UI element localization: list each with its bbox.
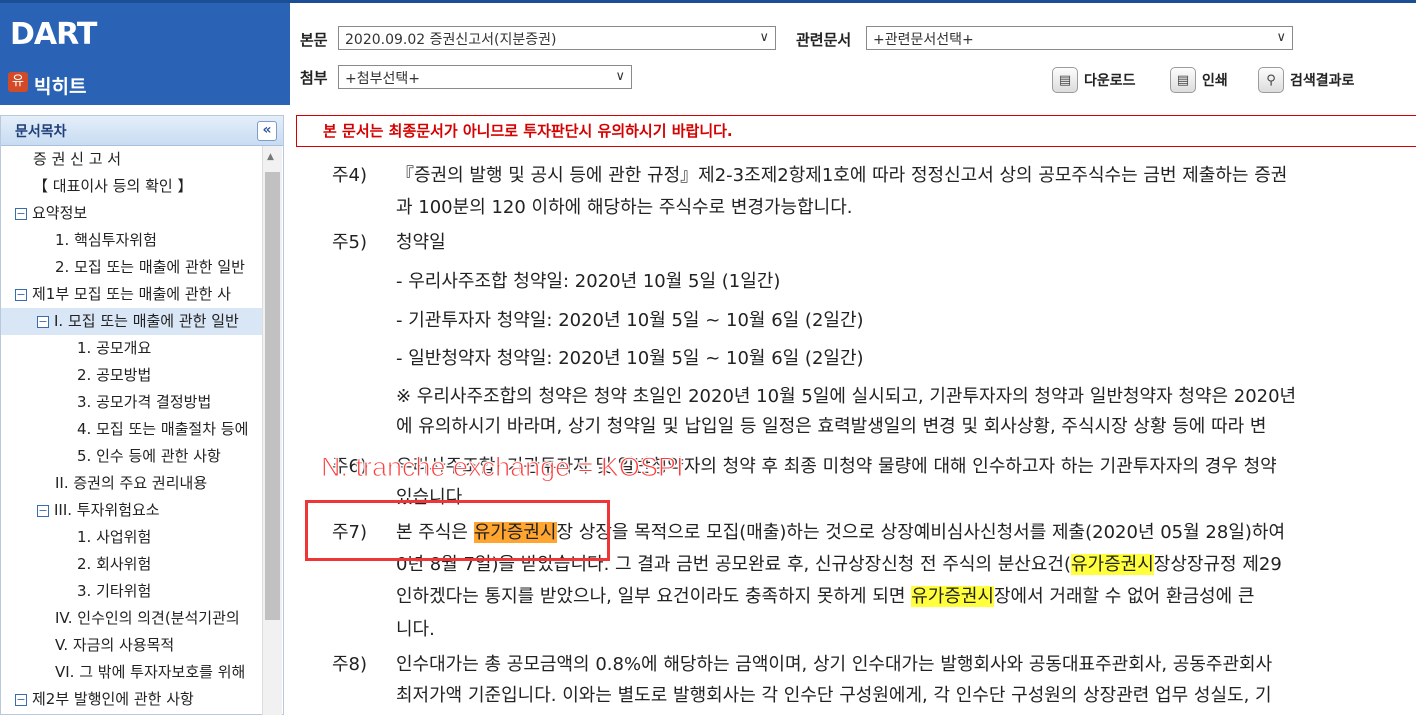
collapse-icon[interactable]: − xyxy=(15,694,27,706)
toc-item[interactable]: 증 권 신 고 서 xyxy=(1,146,263,173)
magnifier-icon: ⚲ xyxy=(1258,67,1284,93)
toc-item[interactable]: − 제2부 발행인에 관한 사항 xyxy=(1,686,263,713)
document-content: 본 문서는 최종문서가 아니므로 투자판단시 유의하시기 바랍니다. 주4) 『… xyxy=(296,115,1416,715)
toc-title: 문서목차 xyxy=(15,123,67,140)
toc-item-selected[interactable]: − I. 모집 또는 매출에 관한 일반 xyxy=(1,308,263,335)
note-text: 인수대가는 총 공모금액의 0.8%에 해당하는 금액이며, 상기 인수대가는 … xyxy=(396,654,1273,675)
toc-item[interactable]: − 요약정보 xyxy=(1,200,263,227)
toc-item[interactable]: 1. 핵심투자위험 xyxy=(1,227,263,254)
main-doc-label: 본문 xyxy=(300,31,328,49)
company-badge-icon: 유 xyxy=(8,72,28,92)
note-text: - 기관투자자 청약일: 2020년 10월 5일 ~ 10월 6일 (2일간) xyxy=(396,310,864,331)
save-disk-icon: ▤ xyxy=(1052,67,1078,93)
related-doc-select[interactable]: +관련문서선택+ ∨ xyxy=(866,26,1293,50)
note-text: 인하겠다는 통지를 받았으나, 일부 요건이라도 충족하지 못하게 되면 유가증… xyxy=(396,586,1255,607)
toc-item[interactable]: − III. 투자위험요소 xyxy=(1,497,263,524)
note-text: 과 100분의 120 이하에 해당하는 주식수로 변경가능합니다. xyxy=(396,197,853,218)
toolbar: 본문 2020.09.02 증권신고서(지분증권) ∨ 관련문서 +관련문서선택+… xyxy=(290,0,1416,105)
toc-scrollbar[interactable]: ▲ xyxy=(262,146,282,715)
attach-label: 첨부 xyxy=(300,69,328,87)
note-text: 최저가액 기준입니다. 이와는 별도로 발행회사는 각 인수단 구성원에게, 각… xyxy=(396,685,1272,706)
company-name: 빅히트 xyxy=(34,76,87,98)
note-label: 주8) xyxy=(332,654,368,675)
toc-item[interactable]: II. 증권의 주요 권리내용 xyxy=(1,470,263,497)
toc-item[interactable]: IV. 인수인의 의견(분석기관의 xyxy=(1,605,263,632)
toc-sidebar: 문서목차 « 증 권 신 고 서 【 대표이사 등의 확인 】 − 요약정보 1.… xyxy=(0,115,284,715)
toc-header: 문서목차 « xyxy=(1,116,283,146)
note-label: 주5) xyxy=(332,232,368,253)
toc-item[interactable]: 1. 사업위험 xyxy=(1,524,263,551)
note-text: 청약일 xyxy=(396,232,446,253)
logo-area: DART xyxy=(0,0,290,58)
annotation-label: N. tranche exchange = KOSPI xyxy=(320,452,684,483)
toc-item[interactable]: 4. 모집 또는 매출절차 등에 xyxy=(1,416,263,443)
toc-item[interactable]: 【 대표이사 등의 확인 】 xyxy=(1,173,263,200)
dart-viewer: DART 유 빅히트 본문 2020.09.02 증권신고서(지분증권) ∨ 관련… xyxy=(0,0,1416,715)
note-text: 니다. xyxy=(396,619,435,640)
printer-icon: ▤ xyxy=(1170,67,1196,93)
annotation-box xyxy=(305,500,610,561)
toc-item[interactable]: V. 자금의 사용목적 xyxy=(1,632,263,659)
highlight-yellow: 유가증권시 xyxy=(1070,554,1154,575)
toc-item[interactable]: 5. 인수 등에 관한 사항 xyxy=(1,443,263,470)
chevron-down-icon: ∨ xyxy=(615,69,625,84)
related-doc-label: 관련문서 xyxy=(796,31,852,49)
collapse-icon[interactable]: − xyxy=(37,316,49,328)
toc-item[interactable]: 3. 기타위험 xyxy=(1,578,263,605)
search-results-button[interactable]: ⚲ 검색결과로 xyxy=(1258,66,1354,94)
toc-item[interactable]: 1. 공모개요 xyxy=(1,335,263,362)
toc-item[interactable]: 2. 공모방법 xyxy=(1,362,263,389)
collapse-icon[interactable]: − xyxy=(15,208,27,220)
toc-tree: 증 권 신 고 서 【 대표이사 등의 확인 】 − 요약정보 1. 핵심투자위험… xyxy=(1,146,263,715)
scrollbar-thumb[interactable] xyxy=(265,172,280,620)
toc-item[interactable]: VI. 그 밖에 투자자보호를 위해 xyxy=(1,659,263,686)
attach-select[interactable]: +첨부선택+ ∨ xyxy=(338,65,632,89)
collapse-icon[interactable]: − xyxy=(37,505,49,517)
draft-warning: 본 문서는 최종문서가 아니므로 투자판단시 유의하시기 바랍니다. xyxy=(296,115,1416,147)
chevron-down-icon: ∨ xyxy=(1276,30,1286,45)
print-button[interactable]: ▤ 인쇄 xyxy=(1170,66,1228,94)
note-text: - 일반청약자 청약일: 2020년 10월 5일 ~ 10월 6일 (2일간) xyxy=(396,348,864,369)
dart-logo[interactable]: DART xyxy=(10,17,97,52)
toc-item[interactable]: − 제1부 모집 또는 매출에 관한 사 xyxy=(1,281,263,308)
collapse-icon[interactable]: − xyxy=(15,289,27,301)
toc-item[interactable]: 2. 회사위험 xyxy=(1,551,263,578)
toc-item[interactable]: 2. 모집 또는 매출에 관한 일반 xyxy=(1,254,263,281)
note-label: 주4) xyxy=(332,165,368,186)
scroll-up-icon[interactable]: ▲ xyxy=(267,152,274,162)
chevron-down-icon: ∨ xyxy=(759,30,769,45)
main-doc-select[interactable]: 2020.09.02 증권신고서(지분증권) ∨ xyxy=(338,26,776,50)
company-area: 유 빅히트 xyxy=(0,58,290,105)
note-text: 『증권의 발행 및 공시 등에 관한 규정』제2-3조제2항제1호에 따라 정정… xyxy=(396,165,1288,186)
note-text: ※ 우리사주조합의 청약은 청약 초일인 2020년 10월 5일에 실시되고,… xyxy=(396,386,1297,407)
highlight-yellow: 유가증권시 xyxy=(911,586,994,607)
toc-item[interactable]: 3. 공모가격 결정방법 xyxy=(1,389,263,416)
note-text: 에 유의하시기 바라며, 상기 청약일 및 납입일 등 일정은 효력발생일의 변… xyxy=(396,416,1267,437)
note-text: - 우리사주조합 청약일: 2020년 10월 5일 (1일간) xyxy=(396,271,781,292)
collapse-sidebar-button[interactable]: « xyxy=(257,120,277,141)
download-button[interactable]: ▤ 다운로드 xyxy=(1052,66,1136,94)
